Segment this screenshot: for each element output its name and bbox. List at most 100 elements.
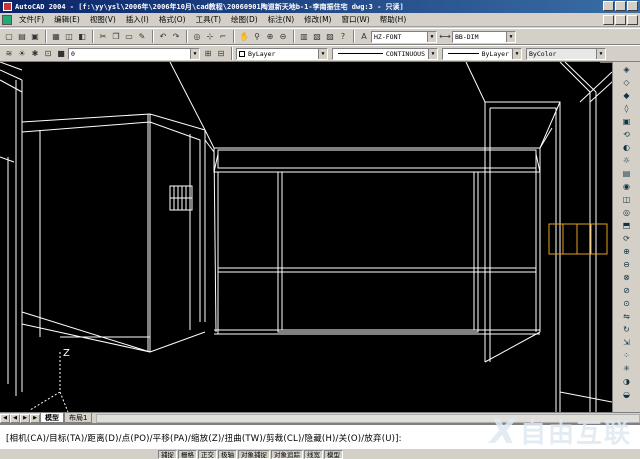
plotstyle-select[interactable]: ByColor ▼: [526, 47, 606, 60]
revolve-icon[interactable]: ⟳: [620, 233, 633, 244]
menu-insert[interactable]: 插入(I): [121, 14, 154, 25]
osnap-toggle[interactable]: 对象捕捉: [238, 449, 270, 459]
menu-tools[interactable]: 工具(T): [191, 14, 226, 25]
make-current-layer-icon[interactable]: ⊞: [202, 48, 214, 60]
shade-icon[interactable]: ▣: [620, 116, 633, 127]
menu-draw[interactable]: 绘图(D): [226, 14, 263, 25]
copy-icon[interactable]: ❐: [110, 31, 122, 43]
lightbulb-icon[interactable]: ☀: [16, 48, 28, 60]
first-tab-icon[interactable]: ◀: [0, 413, 10, 423]
cylinder-icon[interactable]: ◎: [620, 207, 633, 218]
menu-help[interactable]: 帮助(H): [375, 14, 412, 25]
help-icon[interactable]: ?: [337, 31, 349, 43]
doc-restore-button[interactable]: [615, 15, 626, 25]
box-icon[interactable]: ◫: [620, 194, 633, 205]
designcenter-icon[interactable]: ▧: [311, 31, 323, 43]
menu-format[interactable]: 格式(O): [154, 14, 191, 25]
hyperlink-icon[interactable]: ◎: [191, 31, 203, 43]
chevron-down-icon[interactable]: ▼: [427, 31, 436, 42]
light-icon[interactable]: ☼: [620, 155, 633, 166]
zoom-realtime-icon[interactable]: ⚲: [251, 31, 263, 43]
chevron-down-icon[interactable]: ▼: [190, 48, 199, 59]
menu-window[interactable]: 窗口(W): [336, 14, 374, 25]
view-3d-icon[interactable]: ◈: [620, 64, 633, 75]
intersect-icon[interactable]: ⊗: [620, 272, 633, 283]
material-icon[interactable]: ▤: [620, 168, 633, 179]
snap-toggle[interactable]: 捕捉: [158, 449, 177, 459]
minimize-button[interactable]: [603, 1, 614, 11]
view-front-icon[interactable]: ◆: [620, 90, 633, 101]
tab-layout1[interactable]: 布局1: [64, 413, 93, 423]
chevron-down-icon[interactable]: ▼: [428, 48, 437, 59]
union-icon[interactable]: ⊕: [620, 246, 633, 257]
menu-file[interactable]: 文件(F): [14, 14, 49, 25]
array-icon[interactable]: ⁘: [620, 350, 633, 361]
model-toggle[interactable]: 模型: [324, 449, 343, 459]
document-icon[interactable]: [2, 14, 12, 25]
paste-icon[interactable]: ▭: [123, 31, 135, 43]
menu-dimension[interactable]: 标注(N): [263, 14, 299, 25]
lineweight-toggle[interactable]: 线宽: [304, 449, 323, 459]
orbit-icon[interactable]: ⟲: [620, 129, 633, 140]
undo-icon[interactable]: ↶: [157, 31, 169, 43]
doc-minimize-button[interactable]: [603, 15, 614, 25]
subtract-icon[interactable]: ⊖: [620, 259, 633, 270]
command-line[interactable]: [相机(CA)/目标(TA)/距离(D)/点(PO)/平移(PA)/缩放(Z)/…: [0, 423, 640, 449]
text-style-select[interactable]: HZ-FONT ▼: [371, 30, 437, 43]
pan-icon[interactable]: ✋: [238, 31, 250, 43]
section-icon[interactable]: ⊙: [620, 298, 633, 309]
chevron-down-icon[interactable]: ▼: [596, 48, 605, 59]
tool-palettes-icon[interactable]: ▨: [324, 31, 336, 43]
drawing-area[interactable]: Z: [0, 62, 612, 412]
layer-color-icon[interactable]: ■: [55, 48, 67, 60]
doc-close-button[interactable]: [627, 15, 638, 25]
properties-icon[interactable]: ▥: [298, 31, 310, 43]
prev-tab-icon[interactable]: ◀: [10, 413, 20, 423]
maximize-button[interactable]: [615, 1, 626, 11]
object-snap-icon[interactable]: ⊹: [204, 31, 216, 43]
freeze-icon[interactable]: ✱: [29, 48, 41, 60]
render-icon[interactable]: ◐: [620, 142, 633, 153]
zoom-window-icon[interactable]: ⊕: [264, 31, 276, 43]
align-icon[interactable]: ⇲: [620, 337, 633, 348]
otrack-toggle[interactable]: 对象追踪: [271, 449, 303, 459]
slice-icon[interactable]: ⊘: [620, 285, 633, 296]
hide-icon[interactable]: ◑: [620, 376, 633, 387]
layer-select[interactable]: 0 ▼: [68, 47, 200, 60]
open-icon[interactable]: ▤: [16, 31, 28, 43]
grid-toggle[interactable]: 栅格: [178, 449, 197, 459]
horizontal-scrollbar[interactable]: [96, 413, 640, 423]
chevron-down-icon[interactable]: ▼: [318, 48, 327, 59]
ucs-icon[interactable]: ⌐: [217, 31, 229, 43]
ortho-toggle[interactable]: 正交: [198, 449, 217, 459]
dim-style-icon[interactable]: ⟷: [439, 31, 451, 43]
flat-shade-icon[interactable]: ◒: [620, 389, 633, 400]
lock-icon[interactable]: ⊡: [42, 48, 54, 60]
explode-icon[interactable]: ✳: [620, 363, 633, 374]
menu-modify[interactable]: 修改(M): [299, 14, 336, 25]
text-style-icon[interactable]: A: [358, 31, 370, 43]
last-tab-icon[interactable]: ▶: [30, 413, 40, 423]
chevron-down-icon[interactable]: ▼: [506, 31, 515, 42]
tab-model[interactable]: 模型: [40, 413, 64, 423]
menu-edit[interactable]: 编辑(E): [49, 14, 85, 25]
dim-style-select[interactable]: BB-DIM ▼: [452, 30, 516, 43]
lineweight-select[interactable]: ByLayer ▼: [442, 47, 522, 60]
menu-view[interactable]: 视图(V): [85, 14, 121, 25]
extrude-icon[interactable]: ⬒: [620, 220, 633, 231]
mirror-icon[interactable]: ⇋: [620, 311, 633, 322]
chevron-down-icon[interactable]: ▼: [512, 48, 521, 59]
camera-icon[interactable]: ◉: [620, 181, 633, 192]
redo-icon[interactable]: ↷: [170, 31, 182, 43]
zoom-previous-icon[interactable]: ⊖: [277, 31, 289, 43]
preview-icon[interactable]: ◫: [63, 31, 75, 43]
view-side-icon[interactable]: ◊: [620, 103, 633, 114]
linetype-select[interactable]: CONTINUOUS ▼: [332, 47, 438, 60]
polar-toggle[interactable]: 极轴: [218, 449, 237, 459]
view-top-icon[interactable]: ◇: [620, 77, 633, 88]
layer-manager-icon[interactable]: ≋: [3, 48, 15, 60]
layer-previous-icon[interactable]: ⊟: [215, 48, 227, 60]
match-properties-icon[interactable]: ✎: [136, 31, 148, 43]
next-tab-icon[interactable]: ▶: [20, 413, 30, 423]
color-select[interactable]: ByLayer ▼: [236, 47, 328, 60]
